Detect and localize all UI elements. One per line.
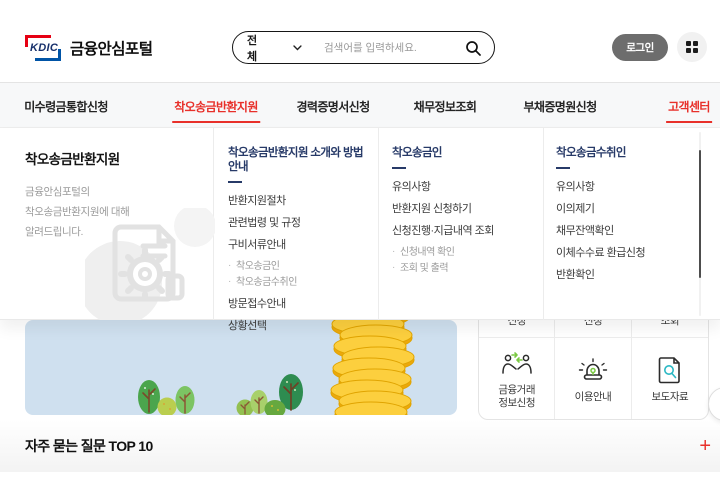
title-dash bbox=[392, 167, 406, 169]
mega-menu-intro-title: 착오송금반환지원 bbox=[25, 152, 120, 167]
grid-menu-icon bbox=[686, 41, 698, 53]
mega-menu-intro: 착오송금반환지원 금융안심포털의 착오송금반환지원에 대해 알려드립니다. bbox=[25, 148, 205, 242]
logo-kdic-text: KDIC bbox=[30, 42, 59, 54]
menu-link[interactable]: 구비서류안내 bbox=[228, 240, 373, 251]
menu-link[interactable]: 반환지원 신청하기 bbox=[392, 204, 537, 215]
search-button[interactable] bbox=[459, 40, 494, 56]
financial-portal-page: KDIC 금융안심포털 전체 로그인 미수령금통합신청 착오송금반환지원 경력증… bbox=[0, 0, 720, 488]
menu-link[interactable]: 유의사항 bbox=[556, 182, 701, 193]
kdic-emblem-icon: KDIC bbox=[25, 35, 61, 61]
menu-sublink[interactable]: 착오송금수취인 bbox=[228, 277, 373, 288]
floating-side-button[interactable] bbox=[708, 387, 720, 421]
menu-sublink[interactable]: 조회 및 출력 bbox=[392, 263, 537, 274]
menu-sublink[interactable]: 신청내역 확인 bbox=[392, 247, 537, 258]
faq-section-header: 자주 묻는 질문 TOP 10 + bbox=[0, 420, 720, 472]
quick-cell-label: 이용안내 bbox=[574, 390, 612, 403]
menu-link[interactable]: 반환확인 bbox=[556, 270, 701, 281]
search-icon bbox=[466, 40, 481, 56]
divider bbox=[378, 128, 379, 320]
faq-title: 자주 묻는 질문 TOP 10 bbox=[25, 438, 153, 454]
handshake-icon bbox=[501, 352, 532, 374]
global-nav: 미수령금통합신청 착오송금반환지원 경력증명서신청 채무정보조회 부채증명원신청… bbox=[0, 82, 720, 128]
mega-column-title[interactable]: 착오송금인 bbox=[392, 146, 537, 160]
menu-link[interactable]: 이의제기 bbox=[556, 204, 701, 215]
chevron-down-icon bbox=[293, 44, 302, 50]
nav-item-wrong-transfer[interactable]: 착오송금반환지원 bbox=[172, 83, 260, 129]
menu-link[interactable]: 채무잔액확인 bbox=[556, 226, 701, 237]
title-dash bbox=[556, 167, 570, 169]
faq-expand-button[interactable]: + bbox=[699, 436, 711, 456]
divider bbox=[543, 128, 544, 320]
siren-icon bbox=[578, 357, 608, 380]
nav-item-debt-cert[interactable]: 부채증명원신청 bbox=[523, 83, 597, 129]
login-button[interactable]: 로그인 bbox=[612, 34, 668, 61]
divider bbox=[213, 128, 214, 320]
quick-cell-label: 보도자료 bbox=[651, 390, 689, 403]
quick-cell-label-line: 금융거래 bbox=[498, 384, 535, 396]
nav-item-debt-info[interactable]: 채무정보조회 bbox=[414, 83, 477, 129]
mega-column-sender: 착오송금인 유의사항 반환지원 신청하기 신청진행·지급내역 조회 신청내역 확… bbox=[392, 146, 537, 280]
search-input[interactable] bbox=[302, 41, 459, 54]
document-search-icon bbox=[658, 356, 680, 383]
menu-link[interactable]: 관련법령 및 규정 bbox=[228, 218, 373, 229]
intro-desc-line: 금융안심포털의 bbox=[25, 186, 90, 198]
mega-menu-panel: 착오송금반환지원 금융안심포털의 착오송금반환지원에 대해 알려드립니다. 착오… bbox=[0, 128, 720, 332]
quick-cell-financial-info[interactable]: 금융거래 정보신청 bbox=[479, 338, 556, 419]
quick-cell-press[interactable]: 보도자료 bbox=[632, 338, 708, 419]
mega-column-title[interactable]: 착오송금수취인 bbox=[556, 146, 701, 160]
nav-item-customer-center[interactable]: 고객센터 bbox=[666, 83, 712, 129]
intro-desc-line: 알려드립니다. bbox=[25, 226, 84, 238]
search-category-select[interactable]: 전체 bbox=[233, 32, 302, 64]
menu-sublink[interactable]: 착오송금인 bbox=[228, 261, 373, 272]
nav-item-career-cert[interactable]: 경력증명서신청 bbox=[296, 83, 370, 129]
kdic-logo[interactable]: KDIC 금융안심포털 bbox=[25, 35, 153, 61]
mega-column-overview: 착오송금반환지원 소개와 방법 안내 반환지원절차 관련법령 및 규정 구비서류… bbox=[228, 146, 373, 343]
menu-link[interactable]: 이체수수료 환급신청 bbox=[556, 248, 701, 259]
search-bar: 전체 bbox=[232, 31, 495, 64]
header: KDIC 금융안심포털 전체 로그인 bbox=[0, 0, 720, 82]
quick-cell-label-line: 정보신청 bbox=[498, 397, 535, 409]
menu-link[interactable]: 상황선택 bbox=[228, 321, 373, 332]
mega-column-title[interactable]: 착오송금반환지원 소개와 방법 안내 bbox=[228, 146, 373, 174]
menu-link[interactable]: 신청진행·지급내역 조회 bbox=[392, 226, 537, 237]
menu-link[interactable]: 방문접수안내 bbox=[228, 299, 373, 310]
site-title: 금융안심포털 bbox=[70, 41, 153, 58]
all-menu-button[interactable] bbox=[677, 32, 707, 62]
scrollbar-thumb[interactable] bbox=[699, 150, 701, 278]
quick-cell-user-guide[interactable]: 이용안내 bbox=[555, 338, 632, 419]
mega-column-recipient: 착오송금수취인 유의사항 이의제기 채무잔액확인 이체수수료 환급신청 반환확인 bbox=[556, 146, 701, 292]
menu-link[interactable]: 반환지원절차 bbox=[228, 196, 373, 207]
intro-desc-line: 착오송금반환지원에 대해 bbox=[25, 206, 130, 218]
title-dash bbox=[228, 181, 242, 183]
menu-link[interactable]: 유의사항 bbox=[392, 182, 537, 193]
search-category-value: 전체 bbox=[247, 34, 258, 63]
nav-item-unclaimed-funds[interactable]: 미수령금통합신청 bbox=[24, 83, 108, 129]
